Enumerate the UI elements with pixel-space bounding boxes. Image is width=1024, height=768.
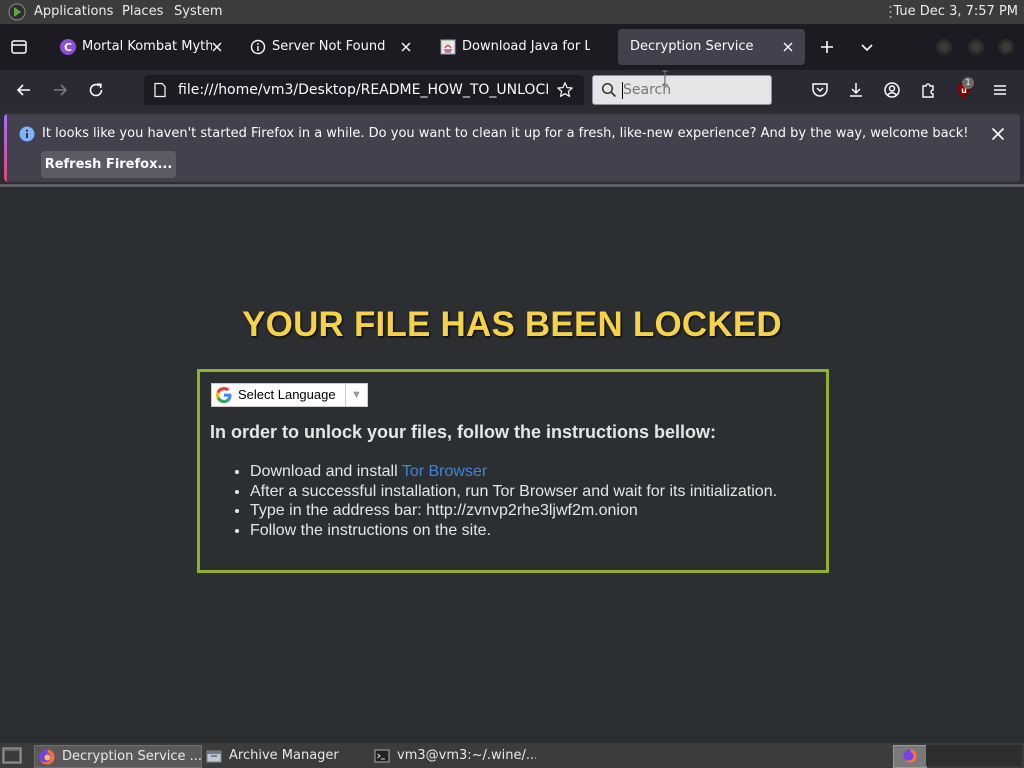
show-desktop-icon[interactable] [2, 746, 22, 765]
tor-browser-link[interactable]: Tor Browser [402, 463, 487, 480]
info-circle-icon [250, 39, 266, 55]
navigation-toolbar: file:///home/vm3/Desktop/README_HOW_TO_U… [0, 70, 1024, 110]
url-text[interactable]: file:///home/vm3/Desktop/README_HOW_TO_U… [178, 75, 548, 105]
gnome-logo-icon[interactable] [8, 3, 26, 21]
java-favicon-icon [440, 39, 456, 55]
pocket-icon[interactable] [808, 78, 832, 102]
instructions-heading: In order to unlock your files, follow th… [210, 422, 717, 442]
page-content: YOUR FILE HAS BEEN LOCKED Select Languag… [0, 187, 1024, 743]
tab-title: Mortal Kombat Mytho [82, 39, 212, 54]
new-tab-plus-icon[interactable] [815, 35, 839, 59]
info-icon [19, 126, 35, 142]
google-g-icon [215, 386, 233, 404]
taskbar-item-label: Archive Manager [229, 748, 339, 763]
page-file-icon [152, 82, 168, 98]
page-headline: YOUR FILE HAS BEEN LOCKED [242, 305, 782, 344]
text-cursor-icon [660, 70, 670, 86]
tab-close-icon[interactable] [399, 40, 413, 54]
account-icon[interactable] [880, 78, 904, 102]
tab-title: Download Java for Lin [462, 39, 590, 54]
taskbar-item-terminal[interactable]: vm3@vm3:~/.wine/... [370, 745, 536, 766]
workspace-1[interactable] [893, 745, 927, 768]
window-maximize-icon[interactable] [968, 39, 984, 55]
close-notification-icon[interactable] [989, 125, 1007, 143]
terminal-icon [374, 748, 390, 764]
archive-manager-icon [206, 748, 222, 764]
taskbar-item-archive-manager[interactable]: Archive Manager [202, 745, 368, 766]
url-bar[interactable]: file:///home/vm3/Desktop/README_HOW_TO_U… [144, 75, 584, 105]
firefox-view-icon[interactable] [7, 35, 31, 59]
taskbar-item-firefox[interactable]: Decryption Service ... [34, 745, 202, 768]
svg-text:C: C [64, 41, 72, 54]
extension-badge: 1 [962, 77, 974, 89]
step1-text: Download and install [250, 463, 402, 480]
tab-close-icon[interactable] [781, 40, 795, 54]
top-panel: Applications Places System Tue Dec 3, 7:… [0, 0, 1024, 24]
bottom-taskbar: Decryption Service ... Archive Manager v… [0, 743, 1024, 768]
text-caret [622, 82, 623, 99]
panel-separator-icon [889, 4, 892, 20]
language-select[interactable]: Select Language ▼ [211, 383, 368, 407]
bookmark-star-icon[interactable] [556, 81, 574, 99]
mortal-kombat-favicon-icon: C [60, 39, 76, 55]
menu-system[interactable]: System [174, 0, 222, 24]
tab-download-java[interactable]: Download Java for Lin [424, 29, 614, 65]
notification-message: It looks like you haven't started Firefo… [42, 126, 969, 141]
extensions-puzzle-icon[interactable] [916, 78, 940, 102]
hamburger-menu-icon[interactable] [988, 78, 1012, 102]
taskbar-item-label: Decryption Service ... [62, 749, 202, 764]
list-item: Follow the instructions on the site. [250, 521, 777, 541]
instructions-box: Select Language ▼ In order to unlock you… [197, 369, 829, 573]
clock[interactable]: Tue Dec 3, 7:57 PM [893, 0, 1018, 24]
tab-close-icon[interactable] [210, 40, 224, 54]
back-arrow-icon[interactable] [12, 78, 36, 102]
menu-places[interactable]: Places [122, 0, 163, 24]
taskbar-item-label: vm3@vm3:~/.wine/... [397, 748, 536, 763]
tab-title: Decryption Service [630, 39, 754, 54]
notification-accent-stripe [4, 114, 7, 182]
forward-arrow-icon[interactable] [48, 78, 72, 102]
downloads-icon[interactable] [844, 78, 868, 102]
dropdown-arrow-icon: ▼ [345, 384, 362, 406]
tab-title: Server Not Found [272, 39, 386, 54]
list-item: After a successful installation, run Tor… [250, 482, 777, 502]
workspace-switcher[interactable] [926, 745, 1022, 766]
list-all-tabs-chevron-icon[interactable] [855, 35, 879, 59]
menu-applications[interactable]: Applications [34, 0, 113, 24]
tab-mortal-kombat[interactable]: C Mortal Kombat Mytho [44, 29, 234, 65]
language-select-label: Select Language [238, 387, 336, 402]
refresh-firefox-button[interactable]: Refresh Firefox... [41, 151, 176, 178]
refresh-firefox-notification: It looks like you haven't started Firefo… [4, 114, 1020, 182]
search-bar[interactable] [592, 75, 772, 105]
tab-server-not-found[interactable]: Server Not Found [234, 29, 424, 65]
tab-decryption-service[interactable]: Decryption Service [618, 29, 805, 65]
firefox-icon [39, 749, 55, 765]
list-item: Type in the address bar: http://zvnvp2rh… [250, 501, 777, 521]
window-minimize-icon[interactable] [936, 39, 952, 55]
instructions-list: Download and install Tor Browser After a… [210, 462, 777, 540]
reload-icon[interactable] [84, 78, 108, 102]
list-item: Download and install Tor Browser [250, 462, 777, 482]
window-close-icon[interactable] [998, 39, 1014, 55]
search-icon [601, 82, 617, 98]
search-input[interactable] [623, 80, 763, 100]
firefox-icon [903, 749, 917, 763]
